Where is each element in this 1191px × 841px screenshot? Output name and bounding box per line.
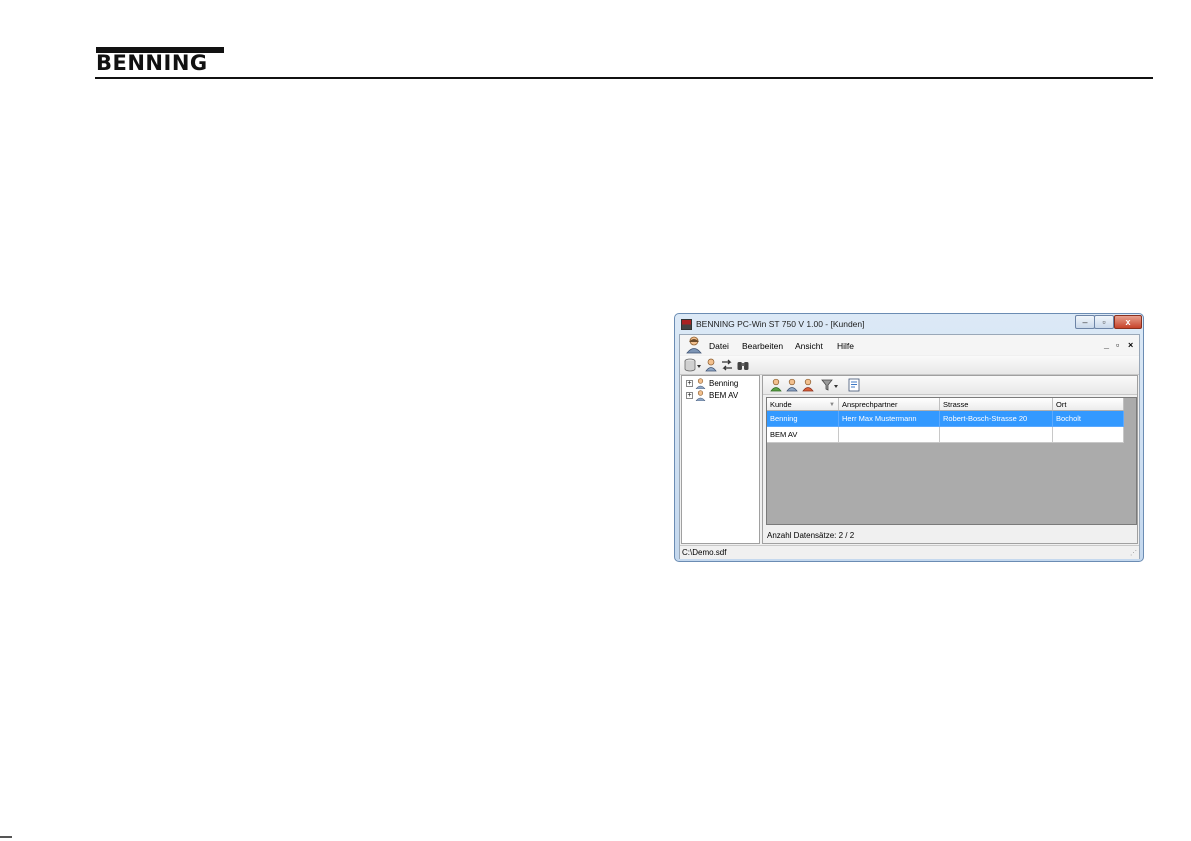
benning-logo: BENNING	[96, 47, 224, 75]
record-count: Anzahl Datensätze: 2 / 2	[767, 531, 855, 540]
add-customer-icon[interactable]	[769, 378, 783, 392]
customer-table: Kunde ▼ Ansprechpartner Strasse Ort Benni…	[767, 398, 1124, 443]
expand-icon[interactable]: +	[686, 380, 693, 388]
filter-icon[interactable]	[821, 378, 839, 392]
mdi-close-button[interactable]: ×	[1128, 340, 1133, 350]
menu-bearbeiten[interactable]: Bearbeiten	[742, 341, 783, 351]
window-client: Datei Bearbeiten Ansicht Hilfe _ ▫ × + B…	[679, 334, 1140, 559]
column-kunde[interactable]: Kunde ▼	[767, 398, 839, 411]
table-row[interactable]: Benning Herr Max Mustermann Robert-Bosch…	[767, 410, 1124, 427]
status-bar: C:\Demo.sdf ⋰	[680, 545, 1139, 559]
cell-strasse	[939, 426, 1053, 443]
mdi-minimize-button[interactable]: _	[1104, 340, 1109, 350]
app-window: BENNING PC-Win ST 750 V 1.00 - [Kunden] …	[674, 313, 1144, 562]
customer-person-icon	[686, 336, 702, 354]
tree-item-label: BEM AV	[709, 391, 739, 400]
mdi-restore-button[interactable]: ▫	[1116, 340, 1119, 350]
menu-bar: Datei Bearbeiten Ansicht Hilfe _ ▫ ×	[680, 335, 1139, 355]
cell-ort: Bocholt	[1052, 410, 1124, 427]
minimize-button[interactable]: –	[1075, 315, 1095, 329]
table-row[interactable]: BEM AV	[767, 426, 1124, 443]
close-button[interactable]: x	[1114, 315, 1142, 329]
cell-kunde: BEM AV	[767, 426, 839, 443]
person-icon[interactable]	[704, 358, 718, 372]
app-icon[interactable]	[681, 319, 692, 330]
tree-item-label: Benning	[709, 379, 739, 388]
column-label: Kunde	[770, 399, 792, 409]
tree-item-benning[interactable]: + Benning	[686, 378, 738, 390]
window-title: BENNING PC-Win ST 750 V 1.00 - [Kunden]	[696, 319, 865, 329]
main-toolbar	[680, 356, 1139, 375]
customer-list-pane: Kunde ▼ Ansprechpartner Strasse Ort Benni…	[762, 375, 1138, 544]
column-label: Ort	[1056, 399, 1067, 409]
binoculars-icon[interactable]	[736, 358, 750, 372]
column-label: Ansprechpartner	[842, 399, 898, 409]
title-bar[interactable]: BENNING PC-Win ST 750 V 1.00 - [Kunden] …	[675, 314, 1143, 334]
cell-strasse: Robert-Bosch-Strasse 20	[939, 410, 1053, 427]
status-file-path: C:\Demo.sdf	[682, 548, 727, 557]
logo-text: BENNING	[96, 51, 208, 75]
menu-hilfe[interactable]: Hilfe	[837, 341, 854, 351]
person-icon	[695, 390, 706, 402]
page-corner-mark	[0, 836, 12, 838]
menu-datei[interactable]: Datei	[709, 341, 729, 351]
sort-arrow-icon: ▼	[829, 401, 835, 408]
resize-grip-icon[interactable]: ⋰	[1130, 549, 1137, 557]
table-header-row: Kunde ▼ Ansprechpartner Strasse Ort	[767, 398, 1124, 411]
menu-ansicht[interactable]: Ansicht	[795, 341, 823, 351]
cell-kunde: Benning	[767, 410, 839, 427]
transfer-icon[interactable]	[720, 358, 734, 372]
cell-ansprechpartner: Herr Max Mustermann	[838, 410, 940, 427]
customer-tree[interactable]: + Benning + BEM AV	[681, 375, 760, 544]
edit-customer-icon[interactable]	[785, 378, 799, 392]
expand-icon[interactable]: +	[686, 392, 693, 400]
cell-ansprechpartner	[838, 426, 940, 443]
header-rule	[95, 77, 1153, 79]
person-icon	[695, 378, 706, 390]
column-label: Strasse	[943, 399, 969, 409]
customer-grid[interactable]: Kunde ▼ Ansprechpartner Strasse Ort Benni…	[766, 397, 1137, 525]
grid-toolbar	[763, 376, 1137, 395]
cell-ort	[1052, 426, 1124, 443]
column-strasse[interactable]: Strasse	[939, 398, 1053, 411]
column-ansprechpartner[interactable]: Ansprechpartner	[838, 398, 940, 411]
column-ort[interactable]: Ort	[1052, 398, 1124, 411]
report-icon[interactable]	[847, 378, 861, 392]
maximize-button[interactable]: ▫	[1094, 315, 1114, 329]
tree-item-bem-av[interactable]: + BEM AV	[686, 390, 738, 402]
database-icon[interactable]	[684, 358, 702, 372]
delete-customer-icon[interactable]	[801, 378, 815, 392]
